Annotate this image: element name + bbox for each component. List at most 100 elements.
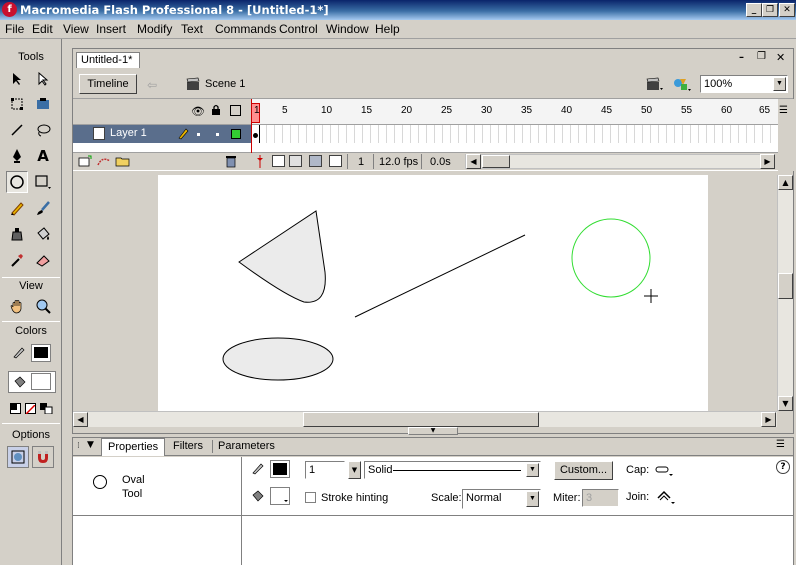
- menu-control[interactable]: Control: [279, 22, 318, 36]
- ink-bottle-tool-icon[interactable]: [6, 223, 28, 245]
- hscroll-thumb[interactable]: [303, 412, 539, 427]
- menu-window[interactable]: Window: [326, 22, 369, 36]
- doc-minimize-icon[interactable]: –: [739, 52, 744, 63]
- tab-parameters[interactable]: Parameters: [218, 440, 275, 452]
- stroke-style-dropdown-icon[interactable]: ▼: [526, 463, 539, 477]
- panel-expand-icon[interactable]: ▼: [87, 440, 94, 450]
- snap-to-objects-icon[interactable]: [32, 446, 54, 468]
- eye-icon[interactable]: 👁: [191, 105, 205, 118]
- restore-icon[interactable]: ❐: [762, 3, 778, 17]
- scroll-right-icon[interactable]: ▶: [760, 154, 775, 169]
- stroke-height-dropdown-icon[interactable]: ▼: [348, 461, 361, 479]
- stroke-height-input[interactable]: 1: [305, 461, 345, 479]
- doc-restore-icon[interactable]: ❐: [757, 51, 766, 62]
- zoom-tool-icon[interactable]: [32, 295, 54, 317]
- tab-properties[interactable]: Properties: [101, 438, 166, 456]
- hand-tool-icon[interactable]: [6, 295, 28, 317]
- modify-onion-markers-icon[interactable]: [329, 155, 342, 167]
- pen-tool-icon[interactable]: [6, 145, 28, 167]
- fill-transform-tool-icon[interactable]: [32, 93, 54, 115]
- document-tab[interactable]: Untitled-1*: [76, 52, 140, 68]
- scroll-down-icon[interactable]: ▼: [778, 396, 793, 411]
- work-area[interactable]: [73, 175, 776, 411]
- scale-select[interactable]: Normal ▼: [462, 489, 541, 509]
- swap-colors-icon[interactable]: [40, 403, 53, 415]
- insert-layer-icon[interactable]: [77, 155, 93, 168]
- onion-skin-icon[interactable]: [272, 155, 285, 167]
- zoom-select[interactable]: 100% ▼: [700, 75, 788, 93]
- oval-tool-icon[interactable]: [6, 171, 28, 193]
- eraser-tool-icon[interactable]: [32, 249, 54, 271]
- scroll-up-icon[interactable]: ▲: [778, 175, 793, 190]
- free-transform-tool-icon[interactable]: [6, 93, 28, 115]
- lock-icon[interactable]: [211, 104, 221, 116]
- rectangle-tool-icon[interactable]: [32, 171, 54, 193]
- layer-visible-dot[interactable]: [197, 133, 200, 136]
- menu-view[interactable]: View: [63, 22, 89, 36]
- subselection-tool-icon[interactable]: [32, 68, 54, 90]
- fill-color-swatch[interactable]: [31, 373, 51, 390]
- outline-icon[interactable]: [230, 105, 241, 116]
- delete-layer-icon[interactable]: [225, 155, 237, 168]
- menu-file[interactable]: File: [5, 22, 24, 36]
- panel-collapse-icon[interactable]: ▼: [408, 427, 458, 435]
- insert-layer-folder-icon[interactable]: [115, 155, 131, 168]
- keyframe[interactable]: [252, 125, 260, 143]
- doc-close-icon[interactable]: ✕: [776, 51, 785, 64]
- paint-bucket-tool-icon[interactable]: [32, 223, 54, 245]
- stroke-color-swatch[interactable]: [31, 344, 51, 362]
- frame-grid[interactable]: [251, 125, 778, 143]
- layer-lock-dot[interactable]: [216, 133, 219, 136]
- menu-commands[interactable]: Commands: [215, 22, 276, 36]
- edit-symbols-icon[interactable]: [672, 75, 692, 93]
- onion-skin-outlines-icon[interactable]: [289, 155, 302, 167]
- menu-modify[interactable]: Modify: [137, 22, 172, 36]
- panel-gripper-icon[interactable]: ⁞: [77, 441, 80, 451]
- miter-input[interactable]: 3: [582, 489, 619, 507]
- pencil-tool-icon[interactable]: [6, 197, 28, 219]
- stage-vscroll[interactable]: ▲ ▼: [777, 175, 793, 411]
- menu-edit[interactable]: Edit: [32, 22, 53, 36]
- brush-tool-icon[interactable]: [32, 197, 54, 219]
- custom-stroke-button[interactable]: Custom...: [554, 461, 613, 480]
- text-tool-icon[interactable]: A: [32, 145, 54, 167]
- timeline-toggle-button[interactable]: Timeline: [79, 74, 137, 94]
- no-color-icon[interactable]: [25, 403, 36, 415]
- edit-scene-icon[interactable]: [646, 76, 664, 92]
- stroke-style-select[interactable]: Solid ▼: [364, 461, 541, 479]
- fill-color-picker[interactable]: [270, 487, 290, 505]
- timeline-options-icon[interactable]: ☰: [779, 105, 788, 116]
- lasso-tool-icon[interactable]: [32, 119, 54, 141]
- add-motion-guide-icon[interactable]: [96, 155, 112, 168]
- stroke-hinting-checkbox[interactable]: [305, 492, 316, 503]
- layer-outline-color[interactable]: [231, 129, 241, 139]
- timeline-scroll-thumb[interactable]: [482, 155, 510, 168]
- object-drawing-icon[interactable]: [7, 446, 29, 468]
- line-tool-icon[interactable]: [6, 119, 28, 141]
- vscroll-thumb[interactable]: [778, 273, 793, 299]
- layer-row[interactable]: Layer 1: [73, 125, 251, 143]
- edit-multiple-frames-icon[interactable]: [309, 155, 322, 167]
- eyedropper-tool-icon[interactable]: [6, 249, 28, 271]
- panel-options-icon[interactable]: ☰: [776, 439, 785, 450]
- stage[interactable]: [158, 175, 708, 411]
- scroll-right-icon[interactable]: ▶: [761, 412, 776, 427]
- cap-select-icon[interactable]: [653, 463, 675, 477]
- center-frame-icon[interactable]: [253, 154, 267, 169]
- menu-insert[interactable]: Insert: [96, 22, 126, 36]
- menu-text[interactable]: Text: [181, 22, 203, 36]
- back-arrow-icon[interactable]: ⇦: [147, 78, 157, 92]
- tab-filters[interactable]: Filters: [173, 440, 203, 452]
- help-icon[interactable]: ?: [776, 460, 790, 474]
- minimize-icon[interactable]: _: [746, 3, 762, 17]
- selection-tool-icon[interactable]: [6, 68, 28, 90]
- frame-ruler[interactable]: 1 5 10 15 20 25 30 35 40 45 50 55 60 65: [251, 99, 778, 125]
- black-white-icon[interactable]: [10, 403, 21, 414]
- join-select-icon[interactable]: [655, 488, 677, 506]
- layer-name[interactable]: Layer 1: [110, 127, 147, 139]
- scroll-left-icon[interactable]: ◀: [466, 154, 481, 169]
- stroke-color-picker[interactable]: [270, 460, 290, 478]
- scroll-left-icon[interactable]: ◀: [73, 412, 88, 427]
- stage-hscroll[interactable]: ◀ ▶: [73, 411, 777, 427]
- zoom-dropdown-icon[interactable]: ▼: [773, 77, 786, 91]
